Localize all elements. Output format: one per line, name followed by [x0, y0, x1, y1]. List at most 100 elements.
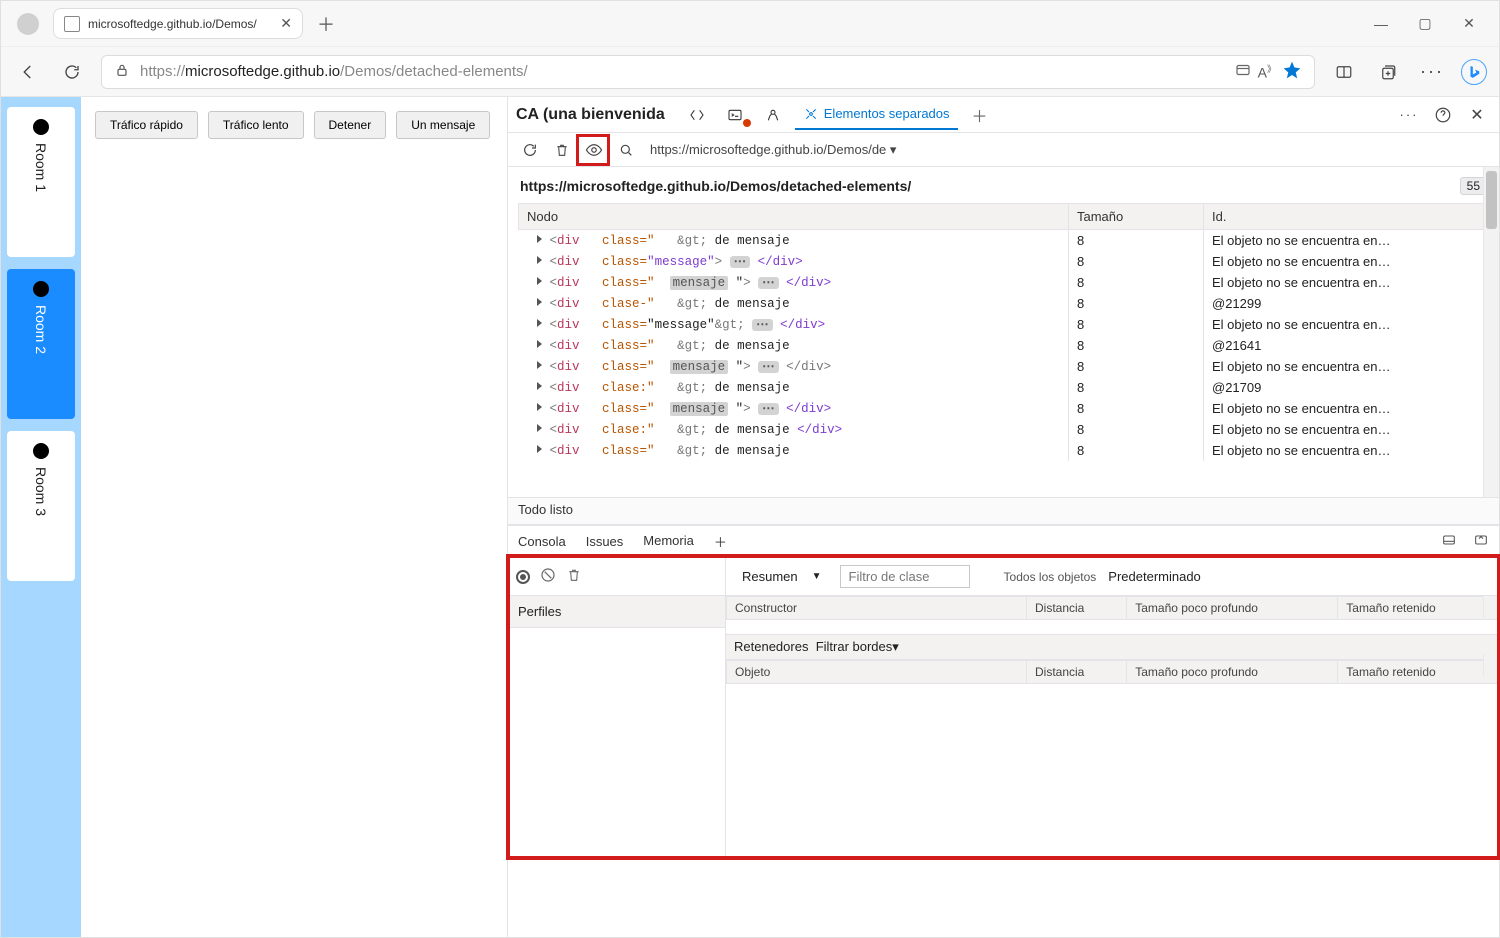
table-row[interactable]: <div class=" &gt; de mensaje8El objeto n…	[519, 230, 1489, 252]
bing-button[interactable]	[1461, 59, 1487, 85]
room-label: Room 1	[33, 143, 49, 192]
drawer-tab[interactable]: Memoria	[643, 527, 694, 556]
add-tab-button[interactable]: ＋	[964, 97, 996, 133]
drawer-tab[interactable]: Issues	[586, 528, 624, 555]
column-header[interactable]: Objeto	[727, 661, 1027, 684]
column-header[interactable]: Tamaño retenido	[1338, 597, 1499, 620]
scope-label: Todos los objetos	[1004, 570, 1097, 584]
devtools-title: CA (una bienvenida	[516, 106, 665, 124]
tab-title: microsoftedge.github.io/Demos/	[88, 17, 272, 31]
app-icon[interactable]	[1234, 61, 1252, 82]
mem-scrollbar-1[interactable]	[1483, 596, 1499, 618]
table-row[interactable]: <div class=" mensaje "> ⋯ </div>8El obje…	[519, 356, 1489, 377]
new-tab-button[interactable]: ＋	[317, 11, 335, 37]
split-screen-icon[interactable]	[1329, 57, 1359, 87]
status-bar: Todo listo	[508, 497, 1499, 525]
memory-toolbar	[508, 558, 725, 596]
expand-icon[interactable]	[1473, 532, 1489, 551]
room-label: Room 2	[33, 305, 49, 354]
profile-avatar[interactable]	[17, 13, 39, 35]
room-3[interactable]: Room 3	[7, 431, 75, 581]
demo-page: Room 1Room 2Room 3 Tráfico rápidoTráfico…	[1, 97, 508, 937]
table-row[interactable]: <div clase:" &gt; de mensaje </div>8El o…	[519, 419, 1489, 440]
devtools-drawer: ConsolaIssuesMemoria ＋ Perfiles	[508, 525, 1499, 858]
window-titlebar: microsoftedge.github.io/Demos/ ✕ ＋ — ▢ ✕	[1, 1, 1499, 47]
elements-tab-icon[interactable]	[681, 101, 713, 129]
devtools-pane: CA (una bienvenida Elementos separados ＋…	[508, 97, 1499, 937]
devtools-help-icon[interactable]	[1429, 101, 1457, 129]
refresh-icon[interactable]	[516, 136, 544, 164]
traffic-button[interactable]: Detener	[314, 111, 387, 139]
table-row[interactable]: <div class=" mensaje "> ⋯ </div>8El obje…	[519, 272, 1489, 293]
summary-select[interactable]: Resumen▼	[734, 566, 830, 587]
table-row[interactable]: <div clase-" &gt; de mensaje8@21299	[519, 293, 1489, 314]
status-dot-icon	[33, 443, 49, 459]
back-button[interactable]	[13, 57, 43, 87]
detached-list[interactable]: https://microsoftedge.github.io/Demos/de…	[508, 167, 1499, 497]
drawer-tab[interactable]: Consola	[518, 528, 566, 555]
lock-icon	[114, 62, 130, 81]
clear-button[interactable]	[540, 567, 556, 586]
col-node[interactable]: Nodo	[519, 204, 1069, 230]
default-select[interactable]: Predeterminado	[1106, 566, 1209, 587]
constructor-table: ConstructorDistanciaTamaño poco profundo…	[726, 596, 1499, 620]
delete-icon[interactable]	[548, 136, 576, 164]
record-button[interactable]	[516, 570, 530, 584]
console-tab-icon[interactable]	[719, 101, 751, 129]
detached-toolbar: https://microsoftedge.github.io/Demos/de…	[508, 133, 1499, 167]
col-id[interactable]: Id.	[1204, 204, 1489, 230]
mem-scrollbar-2[interactable]	[1483, 654, 1499, 676]
address-bar[interactable]: https://microsoftedge.github.io/Demos/de…	[101, 55, 1315, 89]
column-header[interactable]: Distancia	[1027, 661, 1127, 684]
close-tab-icon[interactable]: ✕	[280, 15, 292, 32]
reading-icon[interactable]: A》	[1258, 62, 1276, 81]
retainers-bar: Retenedores Filtrar bordes▾	[726, 634, 1499, 660]
collections-icon[interactable]	[1373, 57, 1403, 87]
favicon-icon	[64, 16, 80, 32]
detached-elements-tab[interactable]: Elementos separados	[795, 100, 958, 130]
favorite-icon[interactable]	[1282, 60, 1302, 83]
traffic-button[interactable]: Tráfico lento	[208, 111, 304, 139]
column-header[interactable]: Distancia	[1027, 597, 1127, 620]
group-header: https://microsoftedge.github.io/Demos/de…	[518, 173, 1489, 203]
column-header[interactable]: Tamaño retenido	[1338, 661, 1499, 684]
memory-controls: Resumen▼ Filtro de clase Todos los objet…	[726, 558, 1499, 596]
more-icon[interactable]: ···	[1417, 57, 1447, 87]
column-header[interactable]: Constructor	[727, 597, 1027, 620]
table-row[interactable]: <div class=" &gt; de mensaje8El objeto n…	[519, 440, 1489, 461]
scrollbar[interactable]	[1483, 167, 1499, 497]
table-row[interactable]: <div class=" &gt; de mensaje8@21641	[519, 335, 1489, 356]
sources-tab-icon[interactable]	[757, 101, 789, 129]
class-filter-input[interactable]: Filtro de clase	[840, 565, 970, 588]
status-dot-icon	[33, 119, 49, 135]
dock-icon[interactable]	[1441, 532, 1457, 551]
table-row[interactable]: <div clase:" &gt; de mensaje8@21709	[519, 377, 1489, 398]
page-controls: Tráfico rápido Tráfico lento Detener Un men…	[81, 97, 507, 937]
eye-icon[interactable]	[580, 136, 608, 164]
col-size[interactable]: Tamaño	[1069, 204, 1204, 230]
url-filter[interactable]: https://microsoftedge.github.io/Demos/de…	[650, 142, 896, 158]
status-dot-icon	[33, 281, 49, 297]
window-close[interactable]: ✕	[1447, 15, 1491, 32]
window-maximize[interactable]: ▢	[1403, 15, 1447, 32]
table-row[interactable]: <div class="message"&gt; ⋯ </div>8El obj…	[519, 314, 1489, 335]
drawer-add-tab[interactable]: ＋	[714, 526, 727, 557]
column-header[interactable]: Tamaño poco profundo	[1127, 661, 1338, 684]
room-1[interactable]: Room 1	[7, 107, 75, 257]
devtools-close-icon[interactable]: ✕	[1463, 101, 1491, 129]
table-row[interactable]: <div class="message"> ⋯ </div>8El objeto…	[519, 251, 1489, 272]
table-row[interactable]: <div class=" mensaje "> ⋯ </div>8El obje…	[519, 398, 1489, 419]
traffic-button[interactable]: Tráfico rápido	[95, 111, 198, 139]
traffic-button[interactable]: Un mensaje	[396, 111, 490, 139]
browser-toolbar: https://microsoftedge.github.io/Demos/de…	[1, 47, 1499, 97]
reload-button[interactable]	[57, 57, 87, 87]
column-header[interactable]: Tamaño poco profundo	[1127, 597, 1338, 620]
trash-button[interactable]	[566, 567, 582, 586]
room-rail: Room 1 Room 2 Room 3	[1, 97, 81, 937]
window-minimize[interactable]: —	[1359, 16, 1403, 32]
browser-tab[interactable]: microsoftedge.github.io/Demos/ ✕	[53, 8, 303, 39]
nodes-table: Nodo Tamaño Id. <div class=" &gt; de men…	[518, 203, 1489, 461]
devtools-more-icon[interactable]: ···	[1395, 101, 1423, 129]
search-icon[interactable]	[612, 136, 640, 164]
room-2[interactable]: Room 2	[7, 269, 75, 419]
